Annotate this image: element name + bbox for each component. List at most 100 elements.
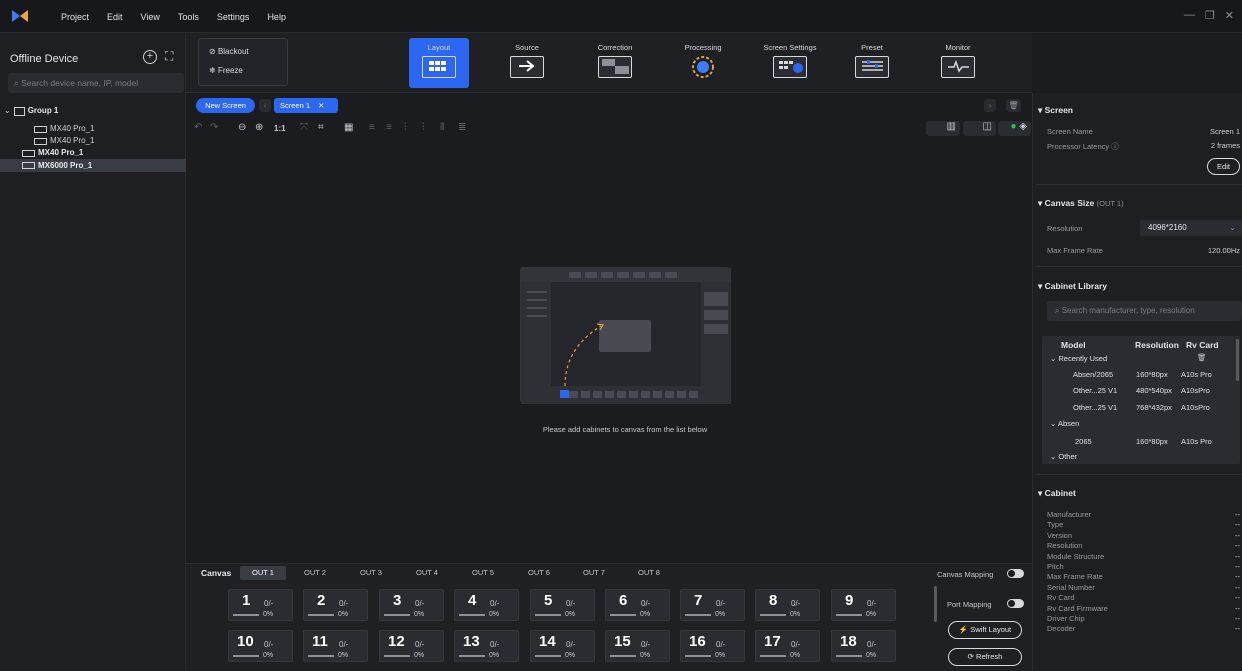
zoom-out-icon[interactable]: ⊖ — [238, 122, 246, 133]
cabinet-section-header[interactable]: ▾ Cabinet — [1038, 488, 1076, 499]
menu-project[interactable]: Project — [52, 12, 98, 22]
port-percent: 0% — [715, 611, 726, 618]
refresh-button[interactable]: ⟳ Refresh — [948, 648, 1022, 666]
align-right-icon[interactable]: ≡ — [386, 122, 392, 133]
port-mapping-toggle[interactable] — [1007, 599, 1024, 608]
output-port-cell[interactable]: 11 0/- 0% — [303, 630, 368, 662]
device-search-input[interactable]: ⌕ Search device name, IP, model — [8, 73, 184, 93]
tool-screen-settings[interactable]: Screen Settings — [760, 38, 820, 88]
layers-icon[interactable]: ● ◈ — [998, 121, 1031, 136]
distribute-h-icon[interactable]: ⦀ — [440, 122, 444, 133]
tab-out-7[interactable]: OUT 7 — [577, 566, 611, 580]
topology-icon[interactable]: ⛶ — [165, 49, 173, 64]
new-screen-button[interactable]: New Screen — [196, 98, 255, 113]
processing-icon — [686, 56, 720, 78]
output-port-cell[interactable]: 9 0/- 0% — [831, 589, 896, 621]
output-port-cell[interactable]: 17 0/- 0% — [755, 630, 820, 662]
align-top-icon[interactable]: ⫶ — [404, 122, 407, 133]
tool-processing[interactable]: Processing — [673, 38, 733, 88]
menu-view[interactable]: View — [132, 12, 169, 22]
group-absen[interactable]: ⌄ Absen — [1050, 419, 1079, 428]
output-port-cell[interactable]: 4 0/- 0% — [454, 589, 519, 621]
redo-icon[interactable]: ↷ — [210, 122, 218, 133]
library-cell-model[interactable]: Absen/2065 — [1073, 370, 1113, 379]
output-port-cell[interactable]: 10 0/- 0% — [228, 630, 293, 662]
menu-settings[interactable]: Settings — [208, 12, 259, 22]
chevron-left-icon[interactable]: ‹ — [259, 99, 271, 112]
tab-out-2[interactable]: OUT 2 — [298, 566, 332, 580]
port-number: 14 — [539, 633, 556, 650]
output-port-cell[interactable]: 1 0/- 0% — [228, 589, 293, 621]
fit-icon[interactable]: ⌗ — [318, 122, 324, 133]
freeze-button[interactable]: ❄ Freeze — [209, 66, 243, 75]
snap-icon[interactable]: ⤧ — [300, 122, 308, 133]
library-cell-model[interactable]: 2065 — [1075, 437, 1092, 446]
library-cell-model[interactable]: Other...25 V1 — [1073, 403, 1117, 412]
edit-button[interactable]: Edit — [1207, 158, 1240, 175]
library-cell-model[interactable]: Other...25 V1 — [1073, 386, 1117, 395]
tool-source[interactable]: Source — [497, 38, 557, 88]
tab-screen-1[interactable]: Screen 1 ✕ — [274, 98, 338, 113]
canvas-mapping-toggle[interactable] — [1007, 569, 1024, 578]
output-port-cell[interactable]: 3 0/- 0% — [379, 589, 444, 621]
menu-help[interactable]: Help — [258, 12, 295, 22]
output-port-cell[interactable]: 16 0/- 0% — [680, 630, 745, 662]
tab-out-6[interactable]: OUT 6 — [522, 566, 556, 580]
menu-edit[interactable]: Edit — [98, 12, 132, 22]
tool-layout[interactable]: Layout — [409, 38, 469, 88]
output-port-cell[interactable]: 14 0/- 0% — [530, 630, 595, 662]
tree-item-device-selected[interactable]: MX6000 Pro_1 — [0, 159, 186, 172]
canvas-size-section-header[interactable]: ▾ Canvas Size (OUT 1) — [1038, 198, 1124, 209]
close-icon[interactable]: ✕ — [318, 101, 324, 110]
output-port-cell[interactable]: 7 0/- 0% — [680, 589, 745, 621]
tab-out-8[interactable]: OUT 8 — [632, 566, 666, 580]
output-port-cell[interactable]: 18 0/- 0% — [831, 630, 896, 662]
tab-out-1[interactable]: OUT 1 — [240, 566, 286, 580]
zoom-in-icon[interactable]: ⊕ — [255, 122, 263, 133]
output-port-cell[interactable]: 6 0/- 0% — [605, 589, 670, 621]
zoom-1to1[interactable]: 1:1 — [274, 124, 286, 133]
tree-item-device[interactable]: MX40 Pro_1 — [0, 123, 186, 135]
group-recently-used[interactable]: ⌄ Recently Used — [1050, 354, 1107, 363]
screen-section-header[interactable]: ▾ Screen — [1038, 105, 1073, 116]
output-port-cell[interactable]: 15 0/- 0% — [605, 630, 670, 662]
minimize-icon[interactable]: — — [1184, 9, 1195, 22]
close-window-icon[interactable]: ✕ — [1225, 9, 1234, 22]
undo-icon[interactable]: ↶ — [194, 122, 202, 133]
chevron-right-icon[interactable]: › — [984, 99, 996, 112]
cabinet-library-section-header[interactable]: ▾ Cabinet Library — [1038, 281, 1107, 292]
align-bottom-icon[interactable]: ⫶ — [422, 122, 425, 133]
tool-preset[interactable]: Preset — [842, 38, 902, 88]
tool-correction[interactable]: Correction — [585, 38, 645, 88]
tab-out-3[interactable]: OUT 3 — [354, 566, 388, 580]
align-left-icon[interactable]: ≡ — [369, 122, 375, 133]
tree-item-device[interactable]: MX40 Pro_1 — [0, 147, 186, 159]
swift-layout-button[interactable]: ⚡ Swift Layout — [948, 621, 1022, 639]
blackout-button[interactable]: ⊘ Blackout — [209, 47, 249, 56]
add-device-icon[interactable]: + — [143, 50, 157, 64]
group-other[interactable]: ⌄ Other — [1050, 452, 1077, 461]
tree-item-device[interactable]: MX40 Pro_1 — [0, 135, 186, 147]
trash-icon[interactable]: 🗑 — [1006, 99, 1021, 112]
preview-toggle-icon[interactable]: ◫ — [963, 121, 996, 136]
menu-tools[interactable]: Tools — [169, 12, 208, 22]
tab-out-4[interactable]: OUT 4 — [410, 566, 444, 580]
output-port-cell[interactable]: 5 0/- 0% — [530, 589, 595, 621]
tab-out-5[interactable]: OUT 5 — [466, 566, 500, 580]
port-grid-scrollbar[interactable] — [934, 586, 937, 622]
info-icon[interactable]: ⓘ — [1111, 142, 1119, 151]
output-port-cell[interactable]: 13 0/- 0% — [454, 630, 519, 662]
tool-monitor[interactable]: Monitor — [928, 38, 988, 88]
output-port-cell[interactable]: 2 0/- 0% — [303, 589, 368, 621]
tree-item-group[interactable]: ⌄ Group 1 — [0, 105, 186, 117]
distribute-v-icon[interactable]: ≣ — [458, 122, 466, 133]
cabinet-search-input[interactable]: ⌕ Search manufacturer, type, resolution — [1047, 301, 1242, 321]
resolution-select[interactable]: 4096*2160 ⌄ — [1140, 220, 1242, 236]
library-scrollbar[interactable] — [1236, 339, 1239, 381]
view-toggle-icon[interactable]: ▥ — [926, 121, 960, 136]
restore-icon[interactable]: ❐ — [1205, 9, 1215, 22]
trash-icon[interactable]: 🗑 — [1197, 353, 1207, 362]
grid-icon[interactable]: ▦ — [344, 122, 353, 133]
output-port-cell[interactable]: 12 0/- 0% — [379, 630, 444, 662]
output-port-cell[interactable]: 8 0/- 0% — [755, 589, 820, 621]
